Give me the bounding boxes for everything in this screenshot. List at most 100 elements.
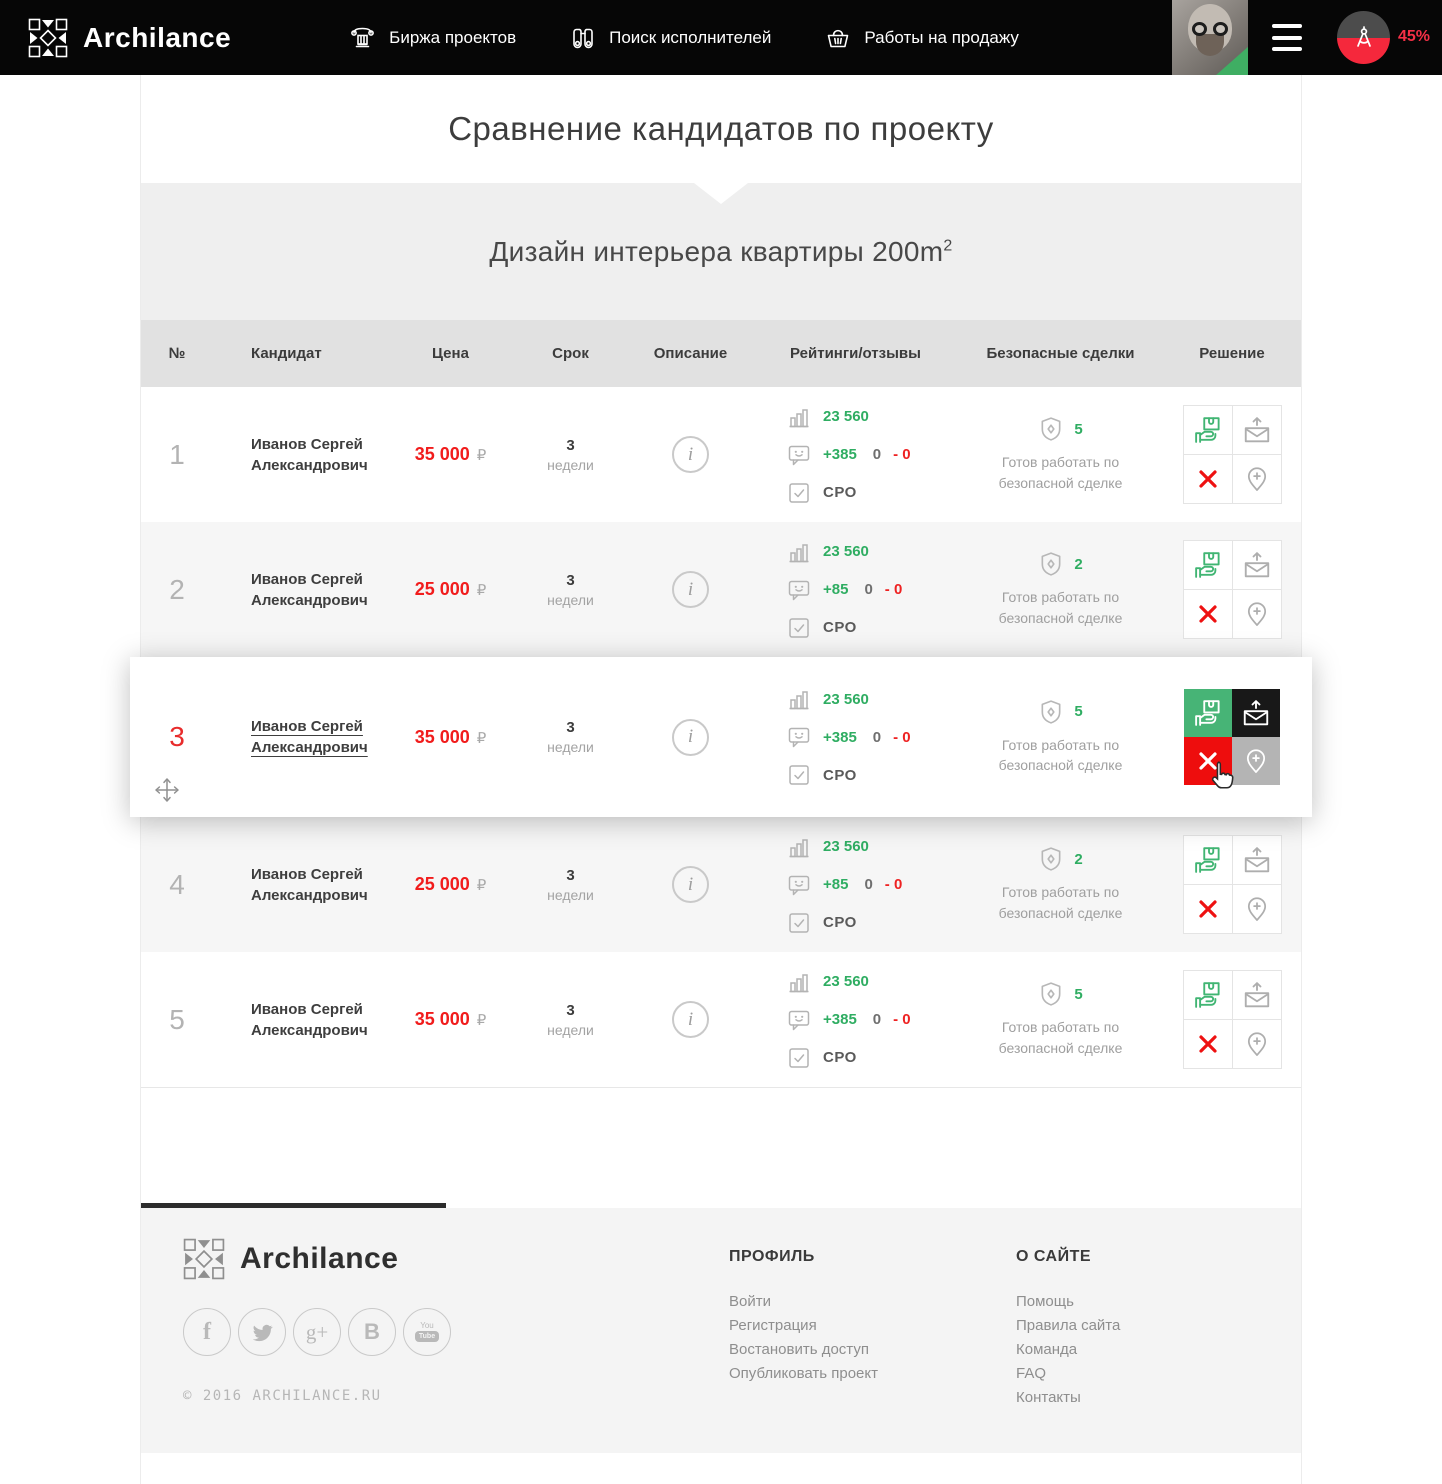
add-location-button[interactable] bbox=[1233, 455, 1281, 503]
candidate-name-link[interactable]: Иванов Сергей Александрович bbox=[251, 716, 388, 758]
reviews-rating-line: +385 0 - 0 bbox=[787, 725, 911, 749]
positive-reviews: +385 bbox=[823, 1011, 857, 1028]
brand-logo[interactable]: Archilance bbox=[28, 18, 231, 58]
row-number: 1 bbox=[169, 439, 185, 471]
reviews-rating-line: +85 0 - 0 bbox=[787, 873, 902, 897]
table-row: 1 Иванов Сергей Александрович 35 000 ₽ 3 bbox=[141, 387, 1301, 522]
description-info-button[interactable]: i bbox=[672, 571, 709, 608]
footer-link-help[interactable]: Помощь bbox=[1016, 1290, 1120, 1314]
description-info-button[interactable]: i bbox=[672, 719, 709, 756]
twitter-icon[interactable] bbox=[238, 1308, 286, 1356]
footer-column-title: ПРОФИЛЬ bbox=[729, 1248, 878, 1266]
google-plus-icon[interactable]: g+ bbox=[293, 1308, 341, 1356]
vk-icon[interactable]: B bbox=[348, 1308, 396, 1356]
views-count: 23 560 bbox=[823, 408, 869, 425]
add-location-button[interactable] bbox=[1233, 885, 1281, 933]
user-avatar[interactable] bbox=[1172, 0, 1248, 75]
price: 35 000 ₽ bbox=[415, 727, 487, 748]
footer-brand[interactable]: Archilance bbox=[183, 1238, 451, 1280]
youtube-icon[interactable]: YouTube bbox=[403, 1308, 451, 1356]
nav-project-exchange[interactable]: Биржа проектов bbox=[349, 24, 516, 51]
views-rating-line: 23 560 bbox=[787, 970, 869, 994]
table-row: 4 Иванов Сергей Александрович 25 000 ₽ 3 bbox=[141, 817, 1301, 952]
safe-deals-count: 2 bbox=[1074, 851, 1082, 868]
send-message-button[interactable] bbox=[1233, 406, 1281, 454]
views-rating-line: 23 560 bbox=[787, 687, 869, 711]
column-header-term: Срок bbox=[513, 345, 628, 362]
accept-deal-button[interactable] bbox=[1184, 971, 1232, 1019]
reject-button[interactable] bbox=[1184, 885, 1232, 933]
safe-deals-text: Готов работать по безопасной сделке bbox=[975, 452, 1147, 493]
candidate-name-link[interactable]: Иванов Сергей Александрович bbox=[251, 999, 388, 1041]
hand-box-icon bbox=[1193, 980, 1223, 1010]
shield-icon bbox=[1038, 416, 1064, 442]
views-count: 23 560 bbox=[823, 973, 869, 990]
table-body: 1 Иванов Сергей Александрович 35 000 ₽ 3 bbox=[141, 387, 1301, 1088]
reject-button[interactable] bbox=[1184, 590, 1232, 638]
reject-button[interactable] bbox=[1184, 1020, 1232, 1068]
footer-link-contacts[interactable]: Контакты bbox=[1016, 1386, 1120, 1410]
term-value: 3 bbox=[566, 719, 574, 736]
term-value: 3 bbox=[566, 867, 574, 884]
row-number: 4 bbox=[169, 869, 185, 901]
description-info-button[interactable]: i bbox=[672, 1001, 709, 1038]
candidate-name-link[interactable]: Иванов Сергей Александрович bbox=[251, 569, 388, 611]
profile-progress-badge[interactable] bbox=[1337, 11, 1390, 64]
safe-deals-count-line: 5 bbox=[1038, 981, 1082, 1007]
footer-link-publish-project[interactable]: Опубликовать проект bbox=[729, 1362, 878, 1386]
safe-deals-count-line: 5 bbox=[1038, 416, 1082, 442]
footer: Archilance f g+ B YouTube © 2016 ARCHILA… bbox=[141, 1208, 1301, 1453]
add-location-button[interactable] bbox=[1232, 737, 1280, 785]
notch-triangle bbox=[694, 183, 748, 204]
neutral-reviews: 0 bbox=[873, 1011, 881, 1028]
cross-icon bbox=[1197, 1033, 1219, 1055]
drag-handle-icon[interactable] bbox=[154, 777, 180, 803]
send-message-button[interactable] bbox=[1233, 541, 1281, 589]
views-count: 23 560 bbox=[823, 691, 869, 708]
add-location-button[interactable] bbox=[1233, 590, 1281, 638]
nav-works-for-sale[interactable]: Работы на продажу bbox=[825, 25, 1019, 51]
send-message-button[interactable] bbox=[1232, 689, 1280, 737]
footer-link-faq[interactable]: FAQ bbox=[1016, 1362, 1120, 1386]
profile-progress-percent: 45% bbox=[1398, 28, 1430, 46]
sro-line: СРО bbox=[787, 911, 857, 935]
nav-search-performers[interactable]: Поиск исполнителей bbox=[570, 25, 771, 51]
top-navigation: Биржа проектов Поиск исполнителей bbox=[349, 24, 1019, 51]
accept-deal-button[interactable] bbox=[1184, 689, 1232, 737]
price-currency: ₽ bbox=[477, 581, 487, 599]
footer-link-login[interactable]: Войти bbox=[729, 1290, 878, 1314]
footer-link-rules[interactable]: Правила сайта bbox=[1016, 1314, 1120, 1338]
footer-link-restore-access[interactable]: Востановить доступ bbox=[729, 1338, 878, 1362]
footer-column-about: О САЙТЕ Помощь Правила сайта Команда FAQ… bbox=[1016, 1248, 1120, 1410]
column-header-candidate: Кандидат bbox=[213, 345, 388, 362]
accept-deal-button[interactable] bbox=[1184, 836, 1232, 884]
hand-box-icon bbox=[1193, 550, 1223, 580]
footer-link-team[interactable]: Команда bbox=[1016, 1338, 1120, 1362]
send-message-button[interactable] bbox=[1233, 971, 1281, 1019]
add-location-button[interactable] bbox=[1233, 1020, 1281, 1068]
accept-deal-button[interactable] bbox=[1184, 541, 1232, 589]
accept-deal-button[interactable] bbox=[1184, 406, 1232, 454]
brand-name: Archilance bbox=[83, 22, 231, 54]
page-title: Сравнение кандидатов по проекту bbox=[448, 110, 994, 148]
send-mail-icon bbox=[1241, 698, 1271, 728]
safe-deals-text: Готов работать по безопасной сделке bbox=[975, 735, 1147, 776]
bar-chart-icon bbox=[787, 970, 811, 994]
decision-buttons bbox=[1183, 835, 1282, 934]
content-gap bbox=[141, 1088, 1301, 1203]
safe-deals-count: 5 bbox=[1074, 986, 1082, 1003]
price-currency: ₽ bbox=[477, 729, 487, 747]
candidate-name-link[interactable]: Иванов Сергей Александрович bbox=[251, 864, 388, 906]
facebook-icon[interactable]: f bbox=[183, 1308, 231, 1356]
archilance-logo-icon bbox=[28, 18, 68, 58]
reject-button[interactable] bbox=[1184, 455, 1232, 503]
table-header: № Кандидат Цена Срок Описание Рейтинги/о… bbox=[141, 320, 1301, 387]
send-message-button[interactable] bbox=[1233, 836, 1281, 884]
description-info-button[interactable]: i bbox=[672, 436, 709, 473]
menu-icon[interactable] bbox=[1272, 24, 1302, 51]
term-unit: недели bbox=[547, 887, 594, 903]
candidate-name-link[interactable]: Иванов Сергей Александрович bbox=[251, 434, 388, 476]
footer-link-register[interactable]: Регистрация bbox=[729, 1314, 878, 1338]
reject-button[interactable] bbox=[1184, 737, 1232, 785]
description-info-button[interactable]: i bbox=[672, 866, 709, 903]
